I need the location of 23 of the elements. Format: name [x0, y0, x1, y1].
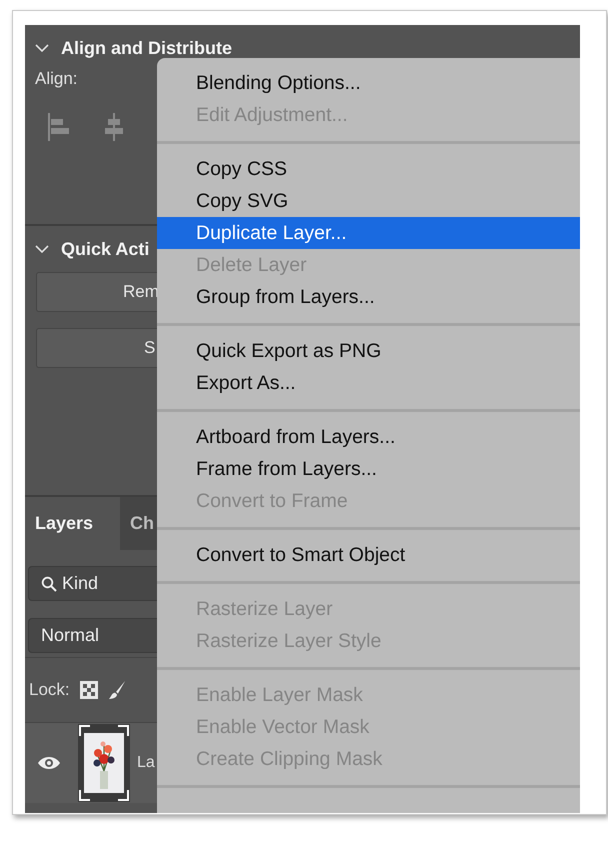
selection-corners-icon: [78, 724, 130, 802]
menu-item[interactable]: Copy CSS: [157, 153, 580, 185]
menu-item[interactable]: Group from Layers...: [157, 281, 580, 313]
menu-item[interactable]: Export As...: [157, 367, 580, 399]
menu-item[interactable]: Artboard from Layers...: [157, 421, 580, 453]
panel-title: Quick Acti: [61, 238, 150, 260]
panel-title: Align and Distribute: [61, 38, 232, 58]
panel-tab[interactable]: Layers: [25, 497, 120, 550]
align-label: Align:: [35, 69, 78, 89]
brush-icon[interactable]: [108, 680, 126, 700]
quick-action-button[interactable]: S: [36, 328, 158, 368]
menu-item[interactable]: Copy SVG: [157, 185, 580, 217]
chevron-icon[interactable]: [35, 244, 49, 254]
chevron-icon[interactable]: [35, 43, 49, 53]
search-icon: [41, 576, 57, 592]
lock-label: Lock:: [29, 680, 70, 700]
menu-item[interactable]: Blending Options...: [157, 67, 580, 99]
eye-icon[interactable]: [37, 755, 61, 771]
menu-item[interactable]: Frame from Layers...: [157, 453, 580, 485]
checkerboard-icon[interactable]: [80, 681, 98, 699]
menu-item[interactable]: Quick Export as PNG: [157, 335, 580, 367]
menu-item[interactable]: Duplicate Layer...: [157, 217, 580, 249]
layer-name: La: [137, 754, 155, 772]
